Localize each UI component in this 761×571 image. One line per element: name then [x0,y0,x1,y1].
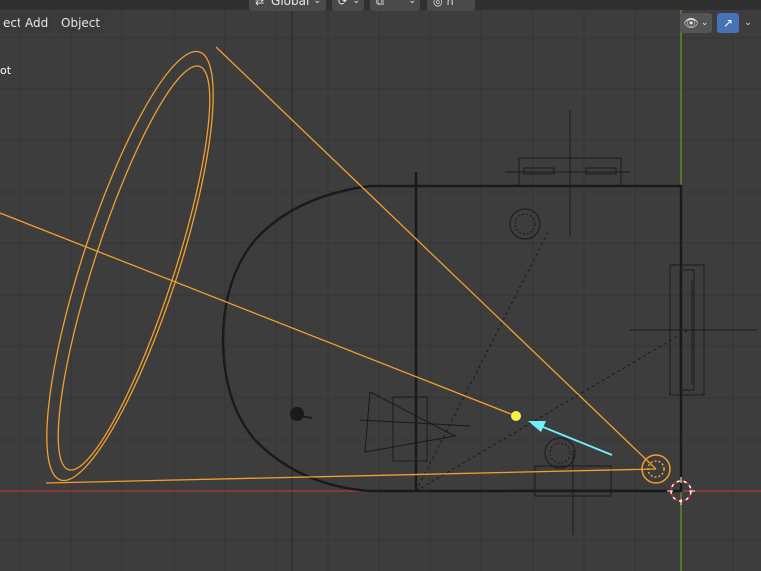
transform-orientation-dropdown[interactable]: ⇄ Global ⌄ [249,0,326,11]
object-menu[interactable]: Object [56,13,106,33]
snap-icon: ⧉ [376,0,384,8]
3d-viewport[interactable]: ⇄ Global ⌄ ⟳ ⌄ ⧉ ⌄ ◎ ∩ ect Add Object ot… [0,0,761,571]
chevron-down-icon: ⌄ [744,18,752,28]
chevron-down-icon: ⌄ [352,0,360,6]
chevron-down-icon: ⌄ [313,0,321,6]
gizmo-icon: ↗ [722,16,734,30]
light-direction-gizmo[interactable] [542,426,613,456]
snap-toggle[interactable]: ⧉ ⌄ [370,0,420,11]
add-menu[interactable]: Add [20,13,54,33]
chevron-down-icon: ⌄ [408,0,416,6]
viewport-scene [0,0,761,571]
proportional-editing-toggle[interactable]: ◎ ∩ [427,0,475,11]
light-target-handle[interactable] [511,411,521,421]
light-direction-arrowhead[interactable] [528,421,546,432]
visibility-icon: 👁 [683,16,699,30]
pivot-point-dropdown[interactable]: ⟳ ⌄ [332,0,364,11]
pivot-icon: ⟳ [338,0,348,8]
chevron-down-icon: ⌄ [700,18,709,28]
gizmo-toggle[interactable]: ↗ [717,13,739,33]
visibility-dropdown[interactable]: 👁 ⌄ [680,13,712,33]
gizmo-options-dropdown[interactable]: ⌄ [740,13,756,33]
empty-object [289,407,313,421]
transform-orientation-label: Global [271,0,310,8]
viewport-grid [0,0,761,571]
viewport-overlay-text: ot [0,64,12,77]
proportional-icon: ◎ ∩ [433,0,455,8]
orientation-icon: ⇄ [255,0,265,8]
